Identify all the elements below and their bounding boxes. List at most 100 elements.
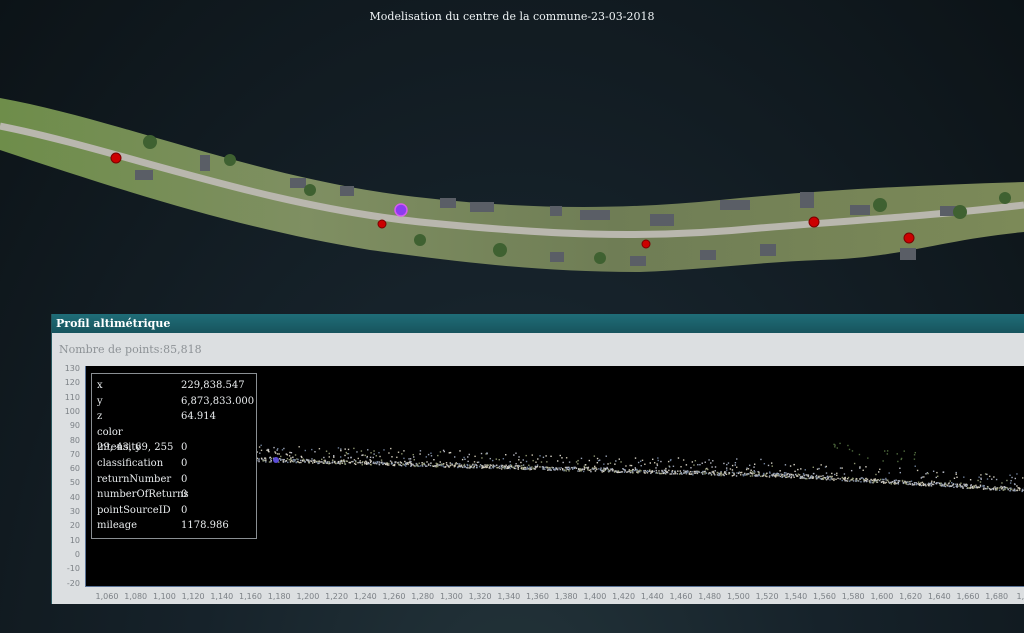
cloud-point: [870, 478, 872, 481]
cloud-point: [882, 482, 885, 484]
cloud-point: [704, 470, 706, 472]
cloud-point: [283, 458, 285, 461]
cloud-point: [583, 465, 585, 468]
cloud-point: [769, 474, 771, 477]
cloud-point: [936, 471, 938, 474]
cloud-point: [989, 475, 991, 478]
cloud-point: [580, 457, 583, 460]
cloud-point: [910, 480, 913, 482]
cloud-point: [439, 451, 442, 453]
cloud-point: [297, 458, 299, 461]
cloud-point: [418, 465, 420, 468]
cloud-point: [855, 479, 858, 482]
cloud-point: [750, 472, 752, 474]
cloud-point: [883, 450, 886, 452]
cloud-point: [680, 471, 682, 474]
cloud-point: [556, 460, 559, 462]
cloud-point: [449, 464, 452, 466]
cloud-point: [421, 465, 424, 467]
cloud-point: [834, 473, 836, 476]
cloud-point: [921, 481, 924, 484]
cloud-point: [820, 475, 822, 477]
cloud-point: [698, 471, 700, 473]
cloud-point: [859, 466, 861, 468]
cloud-point: [509, 461, 511, 463]
cloud-point: [992, 488, 995, 491]
cloud-point: [520, 467, 522, 469]
point-info-key: y: [97, 395, 103, 407]
point-count-label: Nombre de points:: [59, 343, 164, 356]
cloud-point: [454, 465, 456, 467]
x-tick-label: 1,400: [583, 592, 607, 601]
cloud-point: [430, 452, 432, 454]
cloud-point: [863, 480, 865, 483]
ortho-strip-shape: [0, 98, 1024, 272]
cloud-point: [656, 472, 658, 474]
profile-window[interactable]: Profil altimétrique Nombre de points:85,…: [51, 314, 1024, 604]
cloud-point: [562, 461, 564, 464]
cloud-point: [652, 458, 654, 461]
cloud-point: [1001, 482, 1003, 484]
profile-window-title[interactable]: Profil altimétrique: [52, 314, 1024, 333]
cloud-point: [978, 486, 980, 489]
cloud-point: [953, 486, 955, 489]
cloud-point: [665, 467, 667, 470]
cloud-point: [640, 470, 642, 472]
cloud-point: [623, 471, 626, 473]
cloud-point: [975, 484, 977, 487]
cloud-point: [364, 463, 366, 465]
cloud-point: [983, 487, 985, 489]
cloud-point: [273, 446, 275, 449]
cloud-point: [655, 472, 657, 474]
cloud-point: [332, 459, 334, 462]
cloud-point: [995, 478, 998, 481]
cloud-point: [766, 475, 768, 478]
cloud-point: [932, 483, 935, 486]
cloud-point: [827, 476, 830, 479]
cloud-point: [1014, 483, 1016, 486]
cloud-point: [584, 464, 587, 466]
cloud-point: [390, 461, 393, 463]
cloud-point: [537, 458, 539, 460]
cloud-point: [588, 469, 590, 472]
x-tick-label: 1,100: [152, 592, 176, 601]
point-info-value: 0: [181, 458, 188, 469]
cloud-point: [636, 470, 639, 472]
cloud-point: [290, 459, 293, 462]
cloud-point: [539, 455, 541, 457]
cloud-point: [897, 460, 899, 463]
cloud-point: [322, 462, 324, 464]
cloud-point: [525, 454, 527, 457]
cloud-point: [564, 466, 567, 469]
cloud-point: [890, 483, 893, 485]
cloud-point: [628, 470, 630, 473]
cloud-point: [495, 458, 498, 460]
cloud-point: [884, 482, 886, 484]
cloud-point: [736, 466, 738, 468]
cloud-point: [752, 472, 755, 474]
cloud-point: [853, 462, 856, 465]
cloud-point: [742, 475, 745, 477]
cloud-point: [304, 461, 306, 463]
orthophoto-strip[interactable]: [0, 0, 1024, 310]
cloud-point: [279, 458, 281, 460]
cloud-point: [683, 469, 685, 472]
cloud-point: [862, 477, 865, 480]
cloud-point: [662, 472, 665, 475]
point-info-row: x 229,838.547: [97, 378, 245, 393]
cloud-point: [359, 460, 361, 462]
cloud-point: [397, 451, 400, 453]
selected-point-marker: [394, 203, 408, 217]
cloud-point: [421, 461, 423, 464]
cloud-point: [793, 463, 795, 466]
cloud-point: [366, 455, 368, 458]
cloud-point: [630, 469, 633, 472]
cloud-point: [744, 474, 746, 476]
cloud-point: [904, 480, 906, 483]
cloud-point: [678, 473, 681, 475]
cloud-point: [344, 463, 346, 466]
cloud-point: [578, 470, 581, 472]
cloud-point: [836, 447, 839, 449]
cloud-point: [836, 472, 838, 475]
cloud-point: [596, 468, 598, 471]
